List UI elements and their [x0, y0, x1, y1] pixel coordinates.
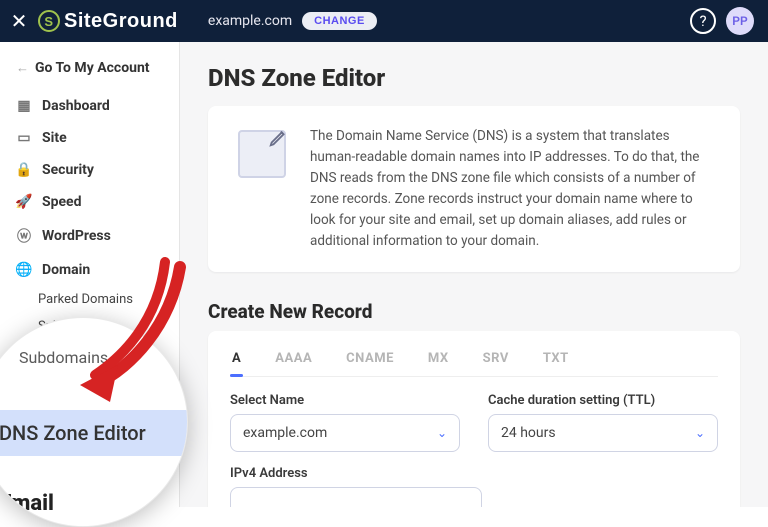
- sidebar-item-dashboard[interactable]: ▦Dashboard: [0, 90, 179, 122]
- tab-cname[interactable]: CNAME: [344, 345, 396, 376]
- callout-item-above: Subdomains: [19, 348, 108, 367]
- rocket-icon: 🚀: [16, 194, 32, 210]
- brand-mark-icon: S: [38, 10, 60, 32]
- intro-text: The Domain Name Service (DNS) is a syste…: [310, 126, 718, 252]
- name-select[interactable]: example.com ⌄: [230, 414, 460, 452]
- close-icon[interactable]: ✕: [0, 0, 38, 42]
- back-to-account-link[interactable]: ← Go To My Account: [0, 52, 179, 90]
- ttl-label: Cache duration setting (TTL): [488, 393, 718, 408]
- callout-item-below: Email: [0, 491, 54, 516]
- change-domain-button[interactable]: CHANGE: [302, 12, 377, 30]
- back-label: Go To My Account: [35, 60, 150, 76]
- arrow-left-icon: ←: [16, 60, 29, 76]
- globe-icon: 🌐: [16, 262, 32, 278]
- callout-magnifier: Subdomains DNS Zone Editor Email: [0, 317, 188, 527]
- ipv4-input[interactable]: [230, 487, 482, 507]
- callout-highlight-dns-zone-editor: DNS Zone Editor: [0, 410, 187, 456]
- ttl-value: 24 hours: [501, 425, 556, 441]
- site-icon: ▭: [16, 130, 32, 146]
- help-icon[interactable]: ?: [690, 8, 716, 34]
- sidebar-item-security[interactable]: 🔒Security: [0, 154, 179, 186]
- document-edit-icon: [238, 130, 286, 178]
- sidebar-subitem-parked-domains[interactable]: Parked Domains: [0, 286, 179, 313]
- main-content: DNS Zone Editor The Domain Name Service …: [180, 42, 768, 507]
- brand-text: SiteGround: [64, 10, 178, 33]
- brand-logo[interactable]: S SiteGround: [38, 10, 178, 33]
- name-label: Select Name: [230, 393, 460, 408]
- sidebar-item-domain[interactable]: 🌐Domain: [0, 254, 179, 286]
- current-domain: example.com CHANGE: [208, 12, 377, 30]
- chevron-down-icon: ⌄: [437, 426, 447, 440]
- lock-icon: 🔒: [16, 162, 32, 178]
- wordpress-icon: ⓦ: [16, 226, 32, 246]
- tab-a[interactable]: A: [230, 345, 243, 376]
- sidebar-item-wordpress[interactable]: ⓦWordPress: [0, 218, 179, 254]
- avatar[interactable]: PP: [726, 7, 754, 35]
- tab-txt[interactable]: TXT: [541, 345, 571, 376]
- sidebar-item-speed[interactable]: 🚀Speed: [0, 186, 179, 218]
- ipv4-label: IPv4 Address: [230, 466, 482, 481]
- chevron-down-icon: ⌄: [695, 426, 705, 440]
- ttl-select[interactable]: 24 hours ⌄: [488, 414, 718, 452]
- name-value: example.com: [243, 425, 327, 441]
- create-record-panel: A AAAA CNAME MX SRV TXT Select Name exam…: [208, 331, 740, 507]
- record-type-tabs: A AAAA CNAME MX SRV TXT: [230, 345, 718, 377]
- tab-mx[interactable]: MX: [426, 345, 451, 376]
- sidebar-item-site[interactable]: ▭Site: [0, 122, 179, 154]
- tab-srv[interactable]: SRV: [481, 345, 511, 376]
- tab-aaaa[interactable]: AAAA: [273, 345, 314, 376]
- intro-card: The Domain Name Service (DNS) is a syste…: [208, 106, 740, 272]
- domain-label: example.com: [208, 13, 292, 29]
- topbar: ✕ S SiteGround example.com CHANGE ? PP: [0, 0, 768, 42]
- section-title: Create New Record: [208, 300, 740, 323]
- dashboard-icon: ▦: [16, 98, 32, 114]
- page-title: DNS Zone Editor: [208, 64, 740, 92]
